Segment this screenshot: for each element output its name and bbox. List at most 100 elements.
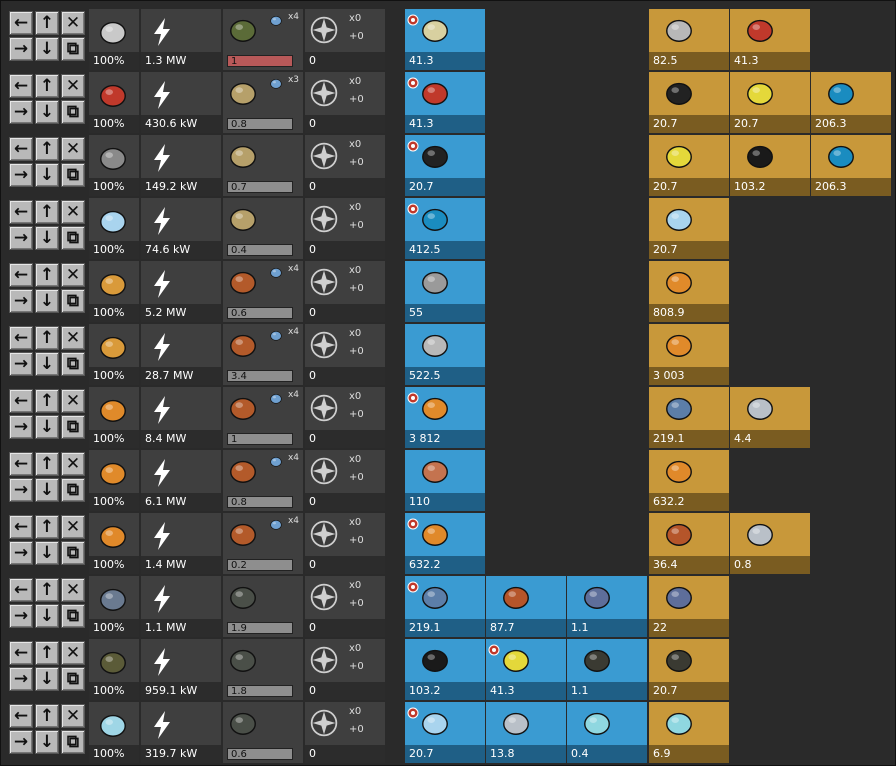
move-right-button[interactable]: → — [9, 667, 33, 691]
product-cell[interactable]: 110 — [405, 450, 485, 511]
move-up-button[interactable]: ↑ — [35, 641, 59, 665]
copy-button[interactable]: ⧉ — [61, 352, 85, 376]
recipe-cell[interactable]: 100% — [89, 324, 139, 385]
building-cell[interactable]: 0.7 — [223, 135, 303, 196]
product-cell[interactable]: 55 — [405, 261, 485, 322]
recipe-cell[interactable]: 100% — [89, 513, 139, 574]
move-down-button[interactable]: ↓ — [35, 37, 59, 61]
move-up-button[interactable]: ↑ — [35, 704, 59, 728]
building-cell[interactable]: x4 1 — [223, 387, 303, 448]
move-left-button[interactable]: ← — [9, 641, 33, 665]
product-cell[interactable]: 1.1 — [567, 576, 647, 637]
beacon-cell[interactable]: x0 +0 0 — [305, 9, 385, 70]
delete-button[interactable]: ✕ — [61, 704, 85, 728]
product-cell[interactable]: 13.8 — [486, 702, 566, 763]
move-up-button[interactable]: ↑ — [35, 578, 59, 602]
ingredient-cell[interactable]: 0.8 — [730, 513, 810, 574]
recipe-cell[interactable]: 100% — [89, 387, 139, 448]
beacon-cell[interactable]: x0 +0 0 — [305, 513, 385, 574]
product-cell[interactable]: 412.5 — [405, 198, 485, 259]
copy-button[interactable]: ⧉ — [61, 541, 85, 565]
beacon-cell[interactable]: x0 +0 0 — [305, 198, 385, 259]
building-cell[interactable]: 0.6 — [223, 702, 303, 763]
move-down-button[interactable]: ↓ — [35, 604, 59, 628]
building-count-input[interactable]: 3.4 — [227, 370, 293, 382]
beacon-cell[interactable]: x0 +0 0 — [305, 324, 385, 385]
ingredient-cell[interactable]: 219.1 — [649, 387, 729, 448]
product-cell[interactable]: 87.7 — [486, 576, 566, 637]
recipe-cell[interactable]: 100% — [89, 9, 139, 70]
building-cell[interactable]: x4 0.2 — [223, 513, 303, 574]
delete-button[interactable]: ✕ — [61, 641, 85, 665]
move-right-button[interactable]: → — [9, 352, 33, 376]
delete-button[interactable]: ✕ — [61, 452, 85, 476]
recipe-cell[interactable]: 100% — [89, 702, 139, 763]
product-cell[interactable]: 632.2 — [405, 513, 485, 574]
recipe-cell[interactable]: 100% — [89, 261, 139, 322]
ingredient-cell[interactable]: 4.4 — [730, 387, 810, 448]
building-cell[interactable]: x3 0.8 — [223, 72, 303, 133]
move-down-button[interactable]: ↓ — [35, 667, 59, 691]
product-cell[interactable]: 20.7 — [405, 135, 485, 196]
building-count-input[interactable]: 0.4 — [227, 244, 293, 256]
move-left-button[interactable]: ← — [9, 389, 33, 413]
move-up-button[interactable]: ↑ — [35, 11, 59, 35]
recipe-cell[interactable]: 100% — [89, 576, 139, 637]
move-right-button[interactable]: → — [9, 415, 33, 439]
delete-button[interactable]: ✕ — [61, 515, 85, 539]
copy-button[interactable]: ⧉ — [61, 289, 85, 313]
move-down-button[interactable]: ↓ — [35, 289, 59, 313]
copy-button[interactable]: ⧉ — [61, 730, 85, 754]
building-count-input[interactable]: 0.7 — [227, 181, 293, 193]
building-count-input[interactable]: 0.6 — [227, 307, 293, 319]
move-left-button[interactable]: ← — [9, 137, 33, 161]
move-left-button[interactable]: ← — [9, 578, 33, 602]
copy-button[interactable]: ⧉ — [61, 604, 85, 628]
ingredient-cell[interactable]: 22 — [649, 576, 729, 637]
move-right-button[interactable]: → — [9, 163, 33, 187]
building-cell[interactable]: x4 0.8 — [223, 450, 303, 511]
move-up-button[interactable]: ↑ — [35, 137, 59, 161]
move-right-button[interactable]: → — [9, 289, 33, 313]
product-cell[interactable]: 41.3 — [486, 639, 566, 700]
building-cell[interactable]: 1.8 — [223, 639, 303, 700]
product-cell[interactable]: 1.1 — [567, 639, 647, 700]
building-count-input[interactable]: 0.2 — [227, 559, 293, 571]
move-down-button[interactable]: ↓ — [35, 163, 59, 187]
move-up-button[interactable]: ↑ — [35, 515, 59, 539]
move-down-button[interactable]: ↓ — [35, 352, 59, 376]
delete-button[interactable]: ✕ — [61, 11, 85, 35]
ingredient-cell[interactable]: 206.3 — [811, 72, 891, 133]
delete-button[interactable]: ✕ — [61, 389, 85, 413]
beacon-cell[interactable]: x0 +0 0 — [305, 72, 385, 133]
move-left-button[interactable]: ← — [9, 11, 33, 35]
beacon-cell[interactable]: x0 +0 0 — [305, 135, 385, 196]
building-cell[interactable]: x4 0.6 — [223, 261, 303, 322]
copy-button[interactable]: ⧉ — [61, 100, 85, 124]
ingredient-cell[interactable]: 20.7 — [649, 72, 729, 133]
copy-button[interactable]: ⧉ — [61, 37, 85, 61]
move-left-button[interactable]: ← — [9, 326, 33, 350]
copy-button[interactable]: ⧉ — [61, 163, 85, 187]
delete-button[interactable]: ✕ — [61, 74, 85, 98]
ingredient-cell[interactable]: 20.7 — [649, 198, 729, 259]
move-down-button[interactable]: ↓ — [35, 730, 59, 754]
move-right-button[interactable]: → — [9, 478, 33, 502]
product-cell[interactable]: 41.3 — [405, 9, 485, 70]
move-up-button[interactable]: ↑ — [35, 452, 59, 476]
copy-button[interactable]: ⧉ — [61, 226, 85, 250]
beacon-cell[interactable]: x0 +0 0 — [305, 450, 385, 511]
ingredient-cell[interactable]: 82.5 — [649, 9, 729, 70]
product-cell[interactable]: 219.1 — [405, 576, 485, 637]
move-left-button[interactable]: ← — [9, 515, 33, 539]
building-count-input[interactable]: 0.6 — [227, 748, 293, 760]
building-count-input[interactable]: 0.8 — [227, 496, 293, 508]
ingredient-cell[interactable]: 632.2 — [649, 450, 729, 511]
move-up-button[interactable]: ↑ — [35, 74, 59, 98]
recipe-cell[interactable]: 100% — [89, 639, 139, 700]
recipe-cell[interactable]: 100% — [89, 135, 139, 196]
ingredient-cell[interactable]: 36.4 — [649, 513, 729, 574]
move-up-button[interactable]: ↑ — [35, 389, 59, 413]
recipe-cell[interactable]: 100% — [89, 72, 139, 133]
copy-button[interactable]: ⧉ — [61, 415, 85, 439]
